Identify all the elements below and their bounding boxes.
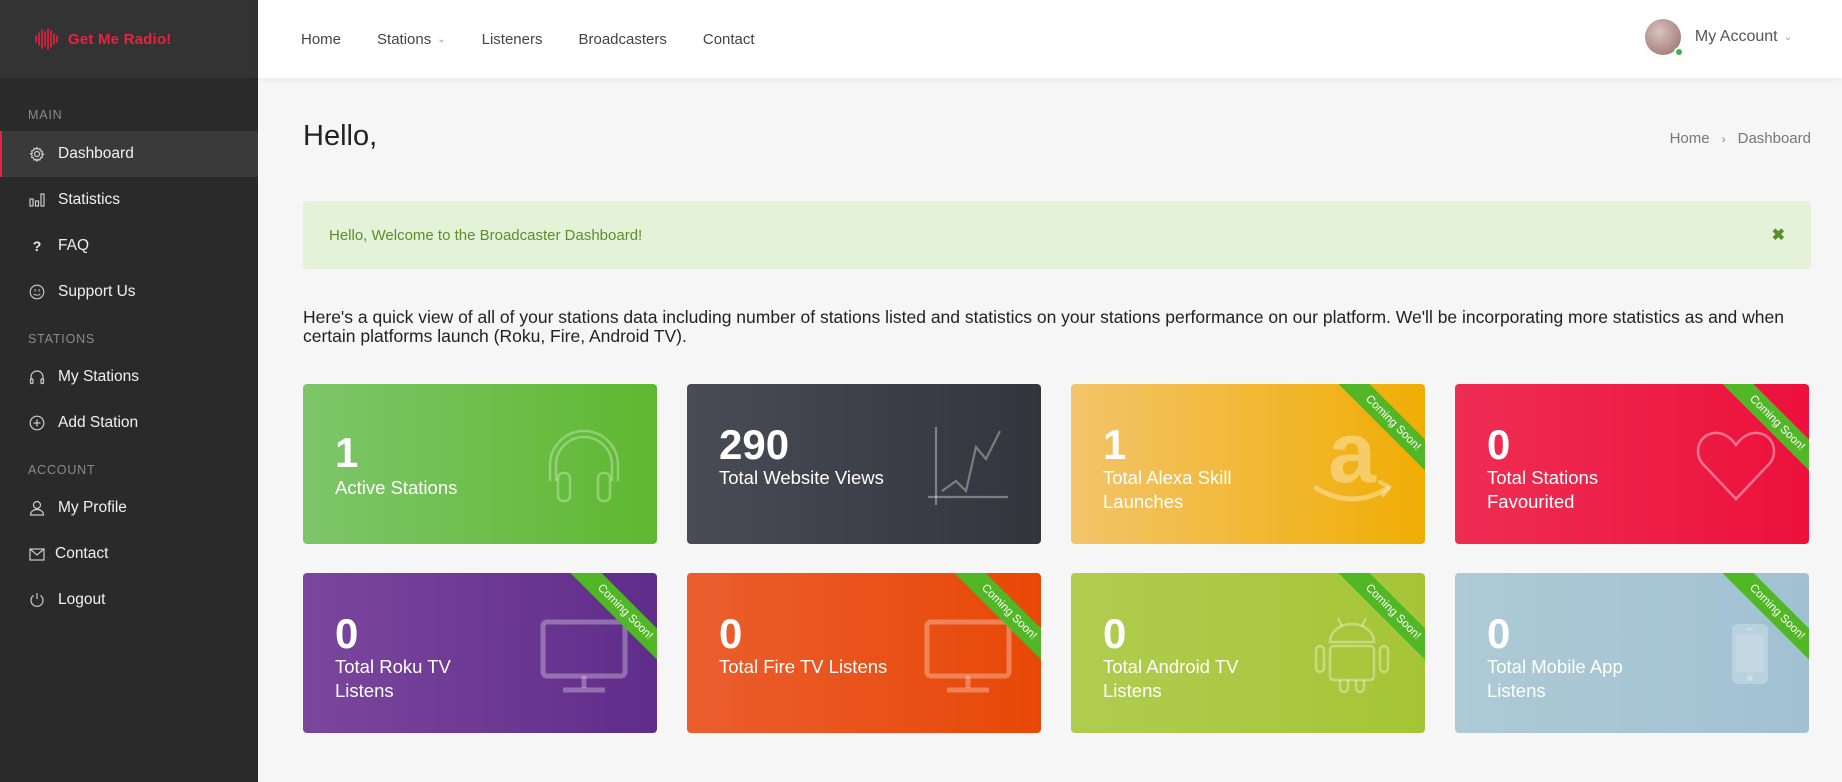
plus-circle-icon [28,414,46,432]
sidebar-section-stations: STATIONS [28,332,96,346]
breadcrumb: Home › Dashboard [1670,130,1811,147]
stat-card-fire-tv-listens[interactable]: 0 Total Fire TV Listens Coming Soon! [687,573,1041,733]
tv-icon [923,609,1013,699]
sidebar-item-dashboard[interactable]: Dashboard [0,131,258,177]
sidebar-item-logout[interactable]: Logout [0,577,258,623]
stat-card-website-views[interactable]: 290 Total Website Views [687,384,1041,544]
nav-contact[interactable]: Contact [703,31,755,48]
breadcrumb-home[interactable]: Home [1670,130,1710,147]
soundwave-icon [35,28,58,50]
sidebar-item-contact[interactable]: Contact [0,531,258,577]
sidebar-section-account: ACCOUNT [28,463,96,477]
page-title: Hello, [303,120,378,152]
stat-card-alexa-launches[interactable]: 1 Total Alexa Skill Launches a Coming So… [1071,384,1425,544]
headphones-icon [539,420,629,510]
sidebar: Get Me Radio! MAIN Dashboard Statistics … [0,0,258,782]
line-chart-icon [923,420,1013,510]
sidebar-item-label: FAQ [58,237,90,254]
stat-card-stations-favourited[interactable]: 0 Total Stations Favourited Coming Soon! [1455,384,1809,544]
android-icon [1307,609,1397,699]
nav-home[interactable]: Home [301,31,341,48]
power-icon [28,591,46,609]
stat-value: 290 [719,421,790,468]
stat-card-roku-listens[interactable]: 0 Total Roku TV Listens Coming Soon! [303,573,657,733]
stat-value: 0 [1103,610,1127,657]
stat-label: Total Roku TV Listens [335,656,451,701]
nav-listeners[interactable]: Listeners [482,31,543,48]
stat-cards: 1 Active Stations 290 Total Website View… [303,384,1811,733]
stat-label: Total Stations Favourited [1487,467,1599,512]
nav-contact-label: Contact [702,30,755,48]
nav-stations-label: Stations [377,30,432,48]
brand-name: Get Me Radio! [68,30,172,48]
bar-chart-icon [28,191,46,209]
gear-icon [28,145,46,163]
envelope-icon [28,545,46,563]
stat-card-active-stations[interactable]: 1 Active Stations [303,384,657,544]
top-navbar: Home Stations ⌄ Listeners Broadcasters Co… [258,0,1842,78]
heart-icon [1691,420,1781,510]
stat-value: 0 [1487,421,1511,468]
nav-broadcasters-label: Broadcasters [578,30,667,48]
sidebar-item-my-stations[interactable]: My Stations [0,354,258,400]
sidebar-item-support-us[interactable]: $ $ Support Us [0,269,258,315]
sidebar-item-label: Contact [55,545,109,562]
stat-label: Total Mobile App Listens [1487,656,1623,701]
svg-text:$: $ [34,288,37,293]
close-icon[interactable]: ✖ [1772,225,1785,245]
question-icon: ? [32,238,42,254]
online-status-dot [1673,47,1684,57]
sidebar-item-label: Logout [58,591,106,608]
brand-logo[interactable]: Get Me Radio! [34,28,171,50]
brand[interactable]: Get Me Radio! [0,0,258,78]
nav-broadcasters[interactable]: Broadcasters [578,31,666,48]
welcome-alert: Hello, Welcome to the Broadcaster Dashbo… [303,201,1811,269]
amazon-icon: a [1307,420,1397,510]
sidebar-item-my-profile[interactable]: My Profile [0,485,258,531]
breadcrumb-current: Dashboard [1737,130,1811,147]
stat-value: 1 [1103,421,1127,468]
sidebar-item-add-station[interactable]: Add Station [0,400,258,446]
intro-text: Here's a quick view of all of your stati… [303,307,1784,346]
sidebar-item-label: Add Station [58,414,139,431]
sidebar-item-label: My Stations [58,368,139,385]
sidebar-item-label: Statistics [58,191,121,208]
sidebar-section-main: MAIN [28,108,63,122]
chevron-down-icon: ⌄ [1783,31,1792,43]
nav-stations[interactable]: Stations ⌄ [377,31,446,48]
sidebar-item-statistics[interactable]: Statistics [0,177,258,223]
top-nav: Home Stations ⌄ Listeners Broadcasters Co… [301,31,791,48]
stat-value: 0 [1487,610,1511,657]
nav-home-label: Home [301,30,342,48]
sidebar-item-label: Support Us [58,283,136,300]
account-label: My Account [1694,28,1778,45]
stat-label: Total Website Views [719,467,884,488]
smiley-icon: $ $ [28,283,46,301]
stat-card-android-tv-listens[interactable]: 0 Total Android TV Listens Coming Soon! [1071,573,1425,733]
main-content: Hello, Home › Dashboard Hello, Welcome t… [303,78,1811,733]
svg-text:a: a [1328,420,1377,501]
alert-text: Hello, Welcome to the Broadcaster Dashbo… [329,226,643,244]
tv-icon [539,609,629,699]
page-header: Hello, Home › Dashboard [303,78,1811,168]
stat-value: 0 [719,610,743,657]
stat-value: 0 [335,610,359,657]
svg-text:$: $ [38,288,41,293]
avatar[interactable] [1644,19,1684,57]
sidebar-item-label: Dashboard [58,145,134,162]
stat-card-mobile-app-listens[interactable]: 0 Total Mobile App Listens Coming Soon! [1455,573,1809,733]
stat-label: Total Alexa Skill Launches [1103,467,1232,512]
user-icon [28,499,46,517]
nav-listeners-label: Listeners [481,30,543,48]
chevron-right-icon: › [1721,131,1726,146]
stat-value: 1 [335,429,359,476]
stat-label: Total Android TV Listens [1103,656,1239,701]
account-menu[interactable]: My Account ⌄ [1644,19,1792,57]
headphones-icon [28,368,46,386]
sidebar-item-label: My Profile [58,499,127,516]
stat-label: Total Fire TV Listens [719,656,888,677]
chevron-down-icon: ⌄ [437,33,446,45]
sidebar-item-faq[interactable]: ? FAQ [0,223,258,269]
